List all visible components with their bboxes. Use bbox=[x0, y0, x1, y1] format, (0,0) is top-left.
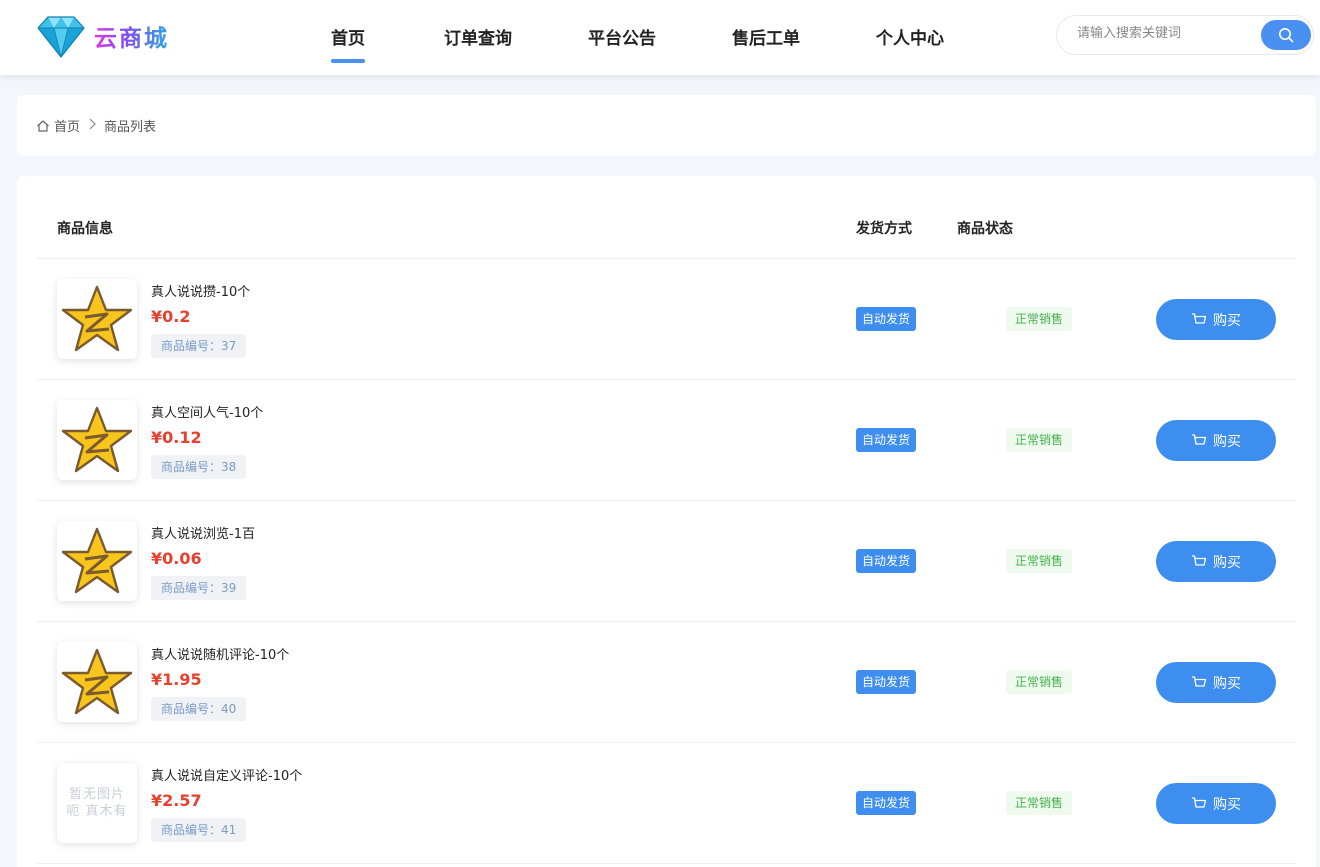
qzone-star-icon bbox=[61, 527, 133, 594]
breadcrumb: 首页 商品列表 bbox=[36, 116, 156, 135]
cart-icon bbox=[1191, 675, 1207, 691]
qzone-star-icon bbox=[61, 648, 133, 715]
product-price: ¥1.95 bbox=[151, 670, 202, 689]
logo-text: 云商城 bbox=[94, 19, 169, 53]
buy-button[interactable]: 购买 bbox=[1156, 783, 1276, 824]
breadcrumb-home-link[interactable]: 首页 bbox=[54, 116, 80, 135]
buy-button[interactable]: 购买 bbox=[1156, 420, 1276, 461]
cart-icon bbox=[1191, 312, 1207, 328]
status-badge: 正常销售 bbox=[1006, 670, 1073, 694]
product-thumbnail[interactable] bbox=[57, 521, 137, 601]
table-row: 暂无图片 呃 真木有 真人说说自定义评论-10个 ¥2.57 商品编号：41 自… bbox=[37, 743, 1296, 864]
product-name[interactable]: 真人说说攒-10个 bbox=[151, 281, 250, 300]
buy-button-label: 购买 bbox=[1213, 675, 1241, 692]
product-code-badge: 商品编号：38 bbox=[151, 455, 247, 479]
cart-icon bbox=[1191, 433, 1207, 449]
buy-button-label: 购买 bbox=[1213, 796, 1241, 813]
qzone-star-icon bbox=[61, 285, 133, 352]
nav-after-sales[interactable]: 售后工单 bbox=[732, 24, 800, 49]
search-box bbox=[1056, 15, 1314, 55]
search-button[interactable] bbox=[1261, 20, 1311, 50]
table-row: 真人说说随机评论-10个 ¥1.95 商品编号：40 自动发货 正常销售 购买 bbox=[37, 622, 1296, 743]
buy-button[interactable]: 购买 bbox=[1156, 662, 1276, 703]
shipping-badge: 自动发货 bbox=[856, 549, 917, 573]
top-header: 云商城 首页 订单查询 平台公告 售后工单 个人中心 bbox=[0, 0, 1320, 75]
shipping-badge: 自动发货 bbox=[856, 428, 917, 452]
product-code-badge: 商品编号：39 bbox=[151, 576, 247, 600]
product-name[interactable]: 真人说说浏览-1百 bbox=[151, 523, 255, 542]
buy-button-label: 购买 bbox=[1213, 554, 1241, 571]
buy-button[interactable]: 购买 bbox=[1156, 541, 1276, 582]
no-image-text-line: 暂无图片 bbox=[68, 787, 125, 802]
product-thumbnail[interactable] bbox=[57, 642, 137, 722]
shipping-badge: 自动发货 bbox=[856, 307, 917, 331]
shipping-badge: 自动发货 bbox=[856, 670, 917, 694]
shipping-badge: 自动发货 bbox=[856, 791, 917, 815]
no-image-text-line: 呃 真木有 bbox=[66, 804, 128, 819]
chevron-right-icon bbox=[88, 118, 96, 134]
product-name[interactable]: 真人空间人气-10个 bbox=[151, 402, 263, 421]
column-header-info: 商品信息 bbox=[57, 221, 113, 237]
product-name[interactable]: 真人说说自定义评论-10个 bbox=[151, 765, 302, 784]
product-price: ¥0.06 bbox=[151, 549, 202, 568]
product-price: ¥0.2 bbox=[151, 307, 191, 326]
product-name[interactable]: 真人说说随机评论-10个 bbox=[151, 644, 289, 663]
home-icon bbox=[37, 119, 49, 132]
product-thumbnail[interactable] bbox=[57, 400, 137, 480]
product-list: 商品信息 发货方式 商品状态 真人说说攒-10个 ¥0.2 商品编号：37 自动… bbox=[17, 176, 1316, 867]
nav-home[interactable]: 首页 bbox=[331, 24, 365, 63]
table-row: 真人说说攒-10个 ¥0.2 商品编号：37 自动发货 正常销售 购买 bbox=[37, 259, 1296, 380]
diamond-logo-icon bbox=[37, 16, 85, 58]
nav-personal-center[interactable]: 个人中心 bbox=[876, 24, 944, 49]
no-image-placeholder: 暂无图片 呃 真木有 bbox=[66, 786, 127, 820]
column-header-status: 商品状态 bbox=[957, 221, 1013, 237]
search-icon bbox=[1279, 28, 1294, 43]
status-badge: 正常销售 bbox=[1006, 428, 1073, 452]
status-badge: 正常销售 bbox=[1006, 549, 1073, 573]
site-logo[interactable]: 云商城 bbox=[36, 13, 169, 59]
nav-announcements[interactable]: 平台公告 bbox=[588, 24, 656, 49]
buy-button[interactable]: 购买 bbox=[1156, 299, 1276, 340]
product-price: ¥0.12 bbox=[151, 428, 202, 447]
status-badge: 正常销售 bbox=[1006, 791, 1073, 815]
status-badge: 正常销售 bbox=[1006, 307, 1073, 331]
buy-button-label: 购买 bbox=[1213, 433, 1241, 450]
qzone-star-icon bbox=[61, 406, 133, 473]
breadcrumb-card: 首页 商品列表 bbox=[17, 95, 1316, 156]
product-code-badge: 商品编号：37 bbox=[151, 334, 247, 358]
table-row: 真人说说浏览-1百 ¥0.06 商品编号：39 自动发货 正常销售 购买 bbox=[37, 501, 1296, 622]
buy-button-label: 购买 bbox=[1213, 312, 1241, 329]
search-input[interactable] bbox=[1077, 26, 1257, 41]
product-thumbnail[interactable] bbox=[57, 279, 137, 359]
product-code-badge: 商品编号：41 bbox=[151, 818, 247, 842]
product-thumbnail[interactable]: 暂无图片 呃 真木有 bbox=[57, 763, 137, 843]
nav-order-query[interactable]: 订单查询 bbox=[444, 24, 512, 49]
column-header-shipping: 发货方式 bbox=[856, 221, 912, 237]
breadcrumb-current: 商品列表 bbox=[104, 120, 157, 135]
product-price: ¥2.57 bbox=[151, 791, 202, 810]
cart-icon bbox=[1191, 796, 1207, 812]
cart-icon bbox=[1191, 554, 1207, 570]
table-row: 真人空间人气-10个 ¥0.12 商品编号：38 自动发货 正常销售 购买 bbox=[37, 380, 1296, 501]
product-code-badge: 商品编号：40 bbox=[151, 697, 247, 721]
